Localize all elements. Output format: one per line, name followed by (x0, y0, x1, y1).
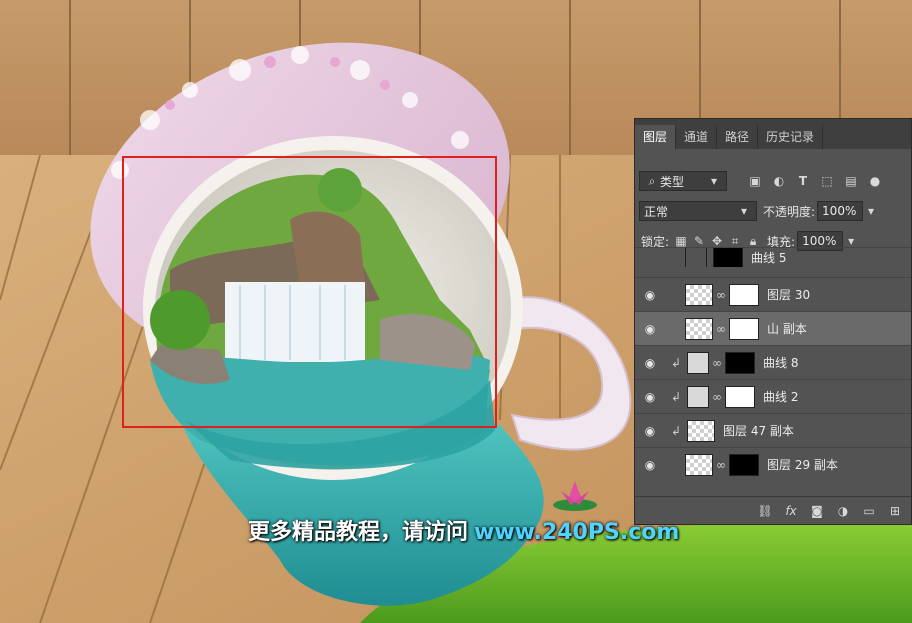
layer-name: 曲线 5 (751, 251, 787, 265)
filter-row: ⌕ 类型 ▾ ▣ ◐ T ⬚ ▤ ● (635, 169, 911, 193)
tab-layers[interactable]: 图层 (635, 125, 677, 149)
eye-icon[interactable]: ◉ (635, 288, 665, 302)
layer-row[interactable]: ◉ ↲ ∞ 曲线 2 (635, 379, 911, 413)
layer-thumbnail (685, 317, 713, 340)
add-mask-icon[interactable]: ◙ (809, 503, 825, 519)
eye-icon[interactable]: ◉ (635, 356, 665, 370)
adjustment-layer-icon[interactable]: ◑ (835, 503, 851, 519)
layer-name: 图层 47 副本 (723, 424, 794, 438)
tab-history[interactable]: 历史记录 (758, 125, 824, 149)
blend-row: 正常 ▾ 不透明度: 100% ▾ (635, 199, 911, 223)
layer-row[interactable]: ◉ ∞ 图层 29 副本 (635, 447, 911, 481)
shape-filter-icon[interactable]: ⬚ (819, 173, 835, 189)
panel-tabs: 图层 通道 路径 历史记录 (635, 119, 911, 149)
link-icon: ∞ (712, 355, 722, 370)
curves-adjustment-icon (687, 385, 709, 408)
link-layers-icon[interactable]: ⛓ (757, 503, 773, 519)
layer-name: 图层 29 副本 (767, 458, 838, 472)
link-icon: ∞ (716, 457, 726, 472)
curves-adjustment-icon (687, 351, 709, 374)
chevron-down-icon[interactable]: ▾ (863, 203, 879, 219)
eye-icon[interactable]: ◉ (635, 390, 665, 404)
layer-row[interactable]: 曲线 5 (635, 247, 911, 267)
fx-icon[interactable]: fx (783, 503, 799, 519)
watermark-url: www.240PS.com (474, 520, 680, 545)
eye-icon[interactable]: ◉ (635, 424, 665, 438)
link-icon: ∞ (712, 389, 722, 404)
filter-kind-select[interactable]: ⌕ 类型 ▾ (639, 171, 727, 191)
new-layer-icon[interactable]: ⊞ (887, 503, 903, 519)
layer-name: 山 副本 (767, 322, 807, 336)
layer-name: 曲线 8 (763, 356, 799, 370)
tab-paths[interactable]: 路径 (717, 125, 759, 149)
layers-panel: 图层 通道 路径 历史记录 ⌕ 类型 ▾ ▣ ◐ T ⬚ ▤ ● 正常 ▾ 不透… (634, 118, 912, 525)
eye-icon[interactable]: ◉ (635, 458, 665, 472)
clip-arrow-icon: ↲ (671, 389, 682, 404)
type-filter-icon[interactable]: T (795, 173, 811, 189)
opacity-field[interactable]: 100% (817, 201, 864, 221)
layer-mask-thumbnail (725, 351, 755, 374)
pixel-filter-icon[interactable]: ▣ (747, 173, 763, 189)
adjustment-filter-icon[interactable]: ◐ (771, 173, 787, 189)
clip-arrow-icon: ↲ (671, 355, 682, 370)
layer-thumbnail (685, 453, 713, 476)
layer-name: 图层 30 (767, 288, 811, 302)
layer-thumbnail (687, 419, 715, 442)
layer-mask-thumbnail (713, 248, 743, 267)
clip-arrow-icon: ↲ (671, 423, 682, 438)
link-icon: ∞ (716, 287, 726, 302)
layer-row[interactable]: ◉ ∞ 图层 30 (635, 277, 911, 311)
layer-mask-thumbnail (725, 385, 755, 408)
layer-row[interactable]: ◉ ↲ ∞ 曲线 8 (635, 345, 911, 379)
filter-toggle-icon[interactable]: ● (867, 173, 883, 189)
adjustment-thumbnail (685, 248, 707, 267)
eye-icon[interactable]: ◉ (635, 322, 665, 336)
layer-mask-thumbnail (729, 283, 759, 306)
blend-mode-value: 正常 (644, 204, 669, 219)
layer-name: 曲线 2 (763, 390, 799, 404)
layer-mask-thumbnail (729, 317, 759, 340)
layer-row-selected[interactable]: ◉ ∞ 山 副本 (635, 311, 911, 345)
fill-value: 100% (802, 234, 837, 248)
blend-mode-select[interactable]: 正常 ▾ (639, 201, 757, 221)
smart-object-filter-icon[interactable]: ▤ (843, 173, 859, 189)
search-icon: ⌕ (648, 173, 656, 188)
filter-kind-label: 类型 (660, 174, 685, 189)
watermark-text: 更多精品教程，请访问 (248, 520, 469, 545)
tab-channels[interactable]: 通道 (676, 125, 718, 149)
chevron-down-icon: ▾ (710, 174, 718, 188)
link-icon: ∞ (716, 321, 726, 336)
watermark: 更多精品教程，请访问 www.240PS.com (248, 514, 679, 546)
folder-icon[interactable]: ▭ (861, 503, 877, 519)
opacity-label: 不透明度: (763, 204, 816, 219)
chevron-down-icon: ▾ (740, 204, 748, 218)
layer-thumbnail (685, 283, 713, 306)
opacity-value: 100% (822, 204, 857, 218)
layer-row[interactable]: ◉ ↲ 图层 47 副本 (635, 413, 911, 447)
layer-mask-thumbnail (729, 453, 759, 476)
